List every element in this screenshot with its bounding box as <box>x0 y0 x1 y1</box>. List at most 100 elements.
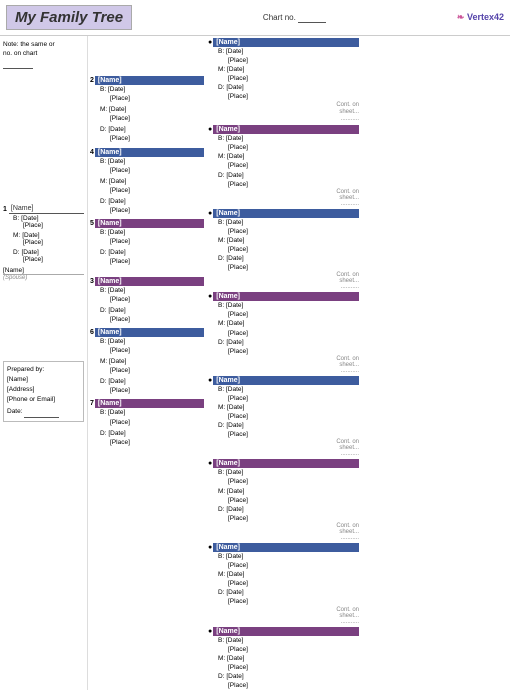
p8-m-l: M: <box>218 66 225 73</box>
header: My Family Tree Chart no. ❧ Vertex42 <box>0 0 510 36</box>
person3-fields: B: [Date] [Place] D: [Date] [Place] <box>100 286 204 324</box>
person9-fields: B: [Date] [Place] M: [Date] [Place] D: [… <box>218 134 359 189</box>
person12-fields: B: [Date] [Place] M: [Date] [Place] D: [… <box>218 385 359 440</box>
p13-cont: Cont. on sheet... ........... <box>208 523 359 541</box>
p10-b-p: [Place] <box>228 227 359 236</box>
p8-dot: ● <box>208 39 212 46</box>
p12-b-l: B: <box>218 386 224 393</box>
person11-header: ● [Name] <box>208 292 359 301</box>
p1-b-label: B: <box>13 215 19 222</box>
p8-d-l: D: <box>218 84 225 91</box>
p14-d-d: [Date] <box>226 589 243 596</box>
p4-m-date: [Date] <box>109 178 126 185</box>
note-underline <box>3 59 33 69</box>
person1-b-row: B: [Date] <box>13 215 84 222</box>
person13-block: ● [Name] B: [Date] [Place] M: [Date] [Pl… <box>208 459 359 541</box>
prepared-label: Prepared by: <box>7 365 80 375</box>
p15-b-l: B: <box>218 637 224 644</box>
p11-m-l: M: <box>218 320 225 327</box>
p11-d-l: D: <box>218 339 225 346</box>
logo-icon: ❧ <box>457 12 465 22</box>
p9-b-d: [Date] <box>226 135 243 142</box>
p5-d-label: D: <box>100 249 107 256</box>
person8-block: ● [Name] B: [Date] [Place] M: [Date] [Pl… <box>208 38 359 123</box>
p15-m-d: [Date] <box>227 655 244 662</box>
p13-b-d: [Date] <box>226 469 243 476</box>
chart-no-label: Chart no. <box>263 13 296 22</box>
p4-b-label: B: <box>100 158 106 165</box>
p2-m-place: [Place] <box>110 114 204 123</box>
person8-fields: B: [Date] [Place] M: [Date] [Place] D: [… <box>218 47 359 102</box>
p1-spouse-label: (Spouse) <box>3 275 84 281</box>
p12-m-d: [Date] <box>227 404 244 411</box>
chart-no-area: Chart no. <box>263 13 326 23</box>
p13-d-l: D: <box>218 506 225 513</box>
col-c: ● [Name] B: [Date] [Place] M: [Date] [Pl… <box>206 36 361 690</box>
person13-header: ● [Name] <box>208 459 359 468</box>
person12-name: [Name] <box>213 376 359 385</box>
p12-b-p: [Place] <box>228 394 359 403</box>
p9-d-l: D: <box>218 172 225 179</box>
p11-d-p: [Place] <box>228 347 359 356</box>
person6-header: 6 [Name] <box>90 328 204 337</box>
p10-d-d: [Date] <box>226 255 243 262</box>
p10-b-d: [Date] <box>226 219 243 226</box>
person4-fields: B: [Date] [Place] M: [Date] [Place] D: [… <box>100 157 204 216</box>
p13-d-d: [Date] <box>226 506 243 513</box>
date-label: Date: <box>7 408 23 415</box>
p9-m-l: M: <box>218 153 225 160</box>
person10-header: ● [Name] <box>208 209 359 218</box>
p2-d-label: D: <box>100 126 107 133</box>
person2-header: 2 [Name] <box>90 76 204 85</box>
p14-d-p: [Place] <box>228 597 359 606</box>
person13-fields: B: [Date] [Place] M: [Date] [Place] D: [… <box>218 468 359 523</box>
prepared-address: [Address] <box>7 385 80 395</box>
p1-d-date: [Date] <box>22 249 39 256</box>
p15-m-p: [Place] <box>228 663 359 672</box>
p13-d-p: [Place] <box>228 514 359 523</box>
person1-section: 1 [Name] B: [Date] [Place] M: [Date] [Pl… <box>3 204 84 281</box>
person1-d-row: D: [Date] <box>13 249 84 256</box>
p10-b-l: B: <box>218 219 224 226</box>
p3-b-label: B: <box>100 287 106 294</box>
p9-b-p: [Place] <box>228 143 359 152</box>
person14-header: ● [Name] <box>208 543 359 552</box>
p15-d-d: [Date] <box>226 673 243 680</box>
p12-m-l: M: <box>218 404 225 411</box>
p8-d-d: [Date] <box>226 84 243 91</box>
person5-header: 5 [Name] <box>90 219 204 228</box>
p11-b-p: [Place] <box>228 310 359 319</box>
person15-fields: B: [Date] [Place] M: [Date] [Place] D: [… <box>218 636 359 690</box>
person5-name: [Name] <box>95 219 204 228</box>
p4-m-place: [Place] <box>110 186 204 195</box>
p13-m-p: [Place] <box>228 496 359 505</box>
person8-name: [Name] <box>213 38 359 47</box>
main-content: Note: the same orno. on chart 1 [Name] B… <box>0 36 510 690</box>
person3-header: 3 [Name] <box>90 277 204 286</box>
p4-b-date: [Date] <box>108 158 125 165</box>
p9-d-p: [Place] <box>228 180 359 189</box>
person3-name: [Name] <box>95 277 204 286</box>
p4-b-place: [Place] <box>110 166 204 175</box>
p8-sheet: sheet... <box>339 109 359 115</box>
p5-b-label: B: <box>100 229 106 236</box>
person4-name: [Name] <box>95 148 204 157</box>
p4-m-label: M: <box>100 178 107 185</box>
p10-d-p: [Place] <box>228 263 359 272</box>
p13-b-p: [Place] <box>228 477 359 486</box>
p1-m-place: [Place] <box>23 239 84 246</box>
prepared-phone: [Phone or Email] <box>7 395 80 405</box>
person1-fields: B: [Date] [Place] M: [Date] [Place] D: [… <box>13 215 84 263</box>
person10-fields: B: [Date] [Place] M: [Date] [Place] D: [… <box>218 218 359 273</box>
person11-block: ● [Name] B: [Date] [Place] M: [Date] [Pl… <box>208 292 359 374</box>
person9-name: [Name] <box>213 125 359 134</box>
p3-b-place: [Place] <box>110 295 204 304</box>
person4-block: 4 [Name] B: [Date] [Place] M: [Date] [Pl… <box>90 148 204 216</box>
p6-b-label: B: <box>100 338 106 345</box>
p3-d-place: [Place] <box>110 315 204 324</box>
logo-text: Vertex42 <box>467 12 504 22</box>
p1-spouse-name: [Name] <box>3 267 84 275</box>
p6-b-place: [Place] <box>110 346 204 355</box>
p8-b-p: [Place] <box>228 56 359 65</box>
p5-d-place: [Place] <box>110 257 204 266</box>
